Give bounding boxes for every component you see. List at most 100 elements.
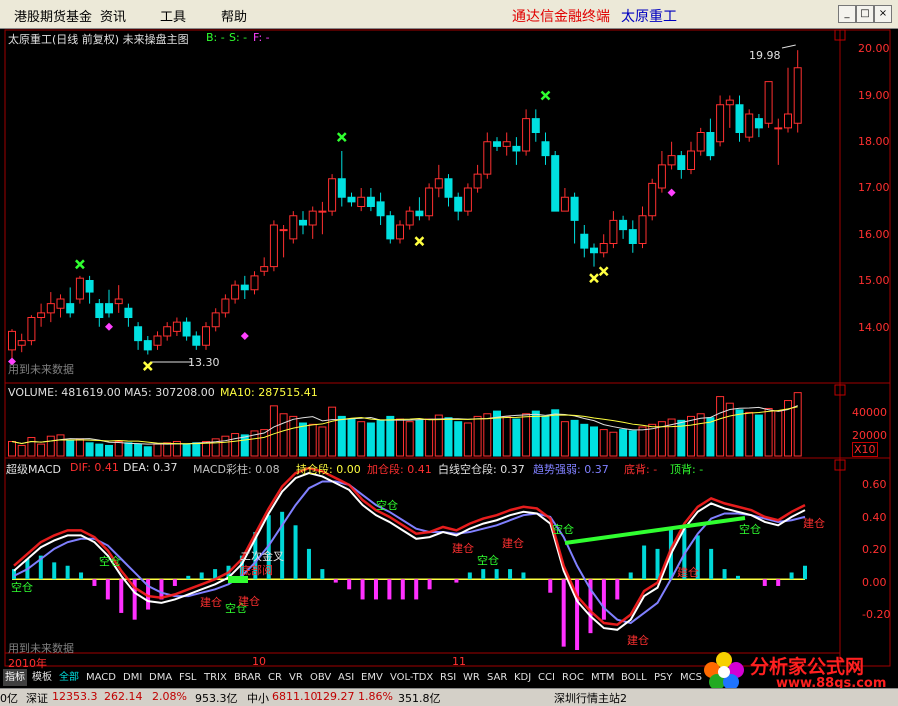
volume-bar: [570, 419, 579, 457]
volume-bar: [386, 415, 395, 457]
tab-rsi[interactable]: RSI: [438, 669, 458, 686]
signal-b-label: B: -: [206, 31, 225, 44]
candle-body: [75, 277, 84, 300]
signal-x-marker: [142, 361, 153, 371]
candle-body: [560, 196, 569, 212]
candle-body: [677, 155, 686, 170]
vol-unit: X10: [852, 442, 878, 457]
candle-body: [231, 284, 240, 300]
status-sz-pct: 2.08%: [152, 690, 187, 703]
tab-obv[interactable]: OBV: [308, 669, 333, 686]
macd-hist-bar: [199, 572, 204, 580]
tab-sar[interactable]: SAR: [485, 669, 509, 686]
macd-hist-bar: [347, 579, 352, 590]
tab-dmi[interactable]: DMI: [121, 669, 144, 686]
volume-bar: [328, 406, 337, 457]
candle-body: [735, 104, 744, 133]
macd-hist-bar: [400, 579, 405, 600]
tab-asi[interactable]: ASI: [336, 669, 356, 686]
macd-hist-bar: [615, 579, 620, 600]
candle-body: [599, 243, 608, 254]
candle-body: [124, 307, 133, 318]
tab-mtm[interactable]: MTM: [589, 669, 616, 686]
volume-bar: [638, 426, 647, 457]
menu-item-help[interactable]: 帮助: [221, 6, 247, 25]
tab-wr[interactable]: WR: [461, 669, 482, 686]
macd-hist-bar: [454, 579, 459, 583]
y-tick: 14.00: [858, 321, 890, 334]
volume-bar: [182, 443, 191, 457]
tab-全部[interactable]: 全部: [57, 669, 81, 686]
tab-brar[interactable]: BRAR: [232, 669, 263, 686]
macd-y-tick: 0.60: [862, 478, 887, 491]
volume-ma5: MA5: 307208.00: [124, 386, 215, 399]
volume-bar: [66, 439, 75, 457]
candle-body: [357, 196, 366, 207]
tab-boll[interactable]: BOLL: [619, 669, 649, 686]
macd-hist-bar: [803, 565, 807, 580]
chart-area[interactable]: [0, 28, 898, 669]
tab-macd[interactable]: MACD: [84, 669, 118, 686]
macd-hist-bar: [172, 579, 177, 586]
menu-item-tools[interactable]: 工具: [160, 6, 186, 25]
macd-dif: DIF: 0.41: [70, 461, 119, 474]
annotation: 建仓: [452, 542, 474, 555]
tab-cci[interactable]: CCI: [536, 669, 557, 686]
signal-diamond-marker: [105, 322, 113, 331]
candle-body: [405, 210, 414, 226]
macd-hist-bar: [373, 579, 378, 600]
candle-body: [483, 141, 492, 175]
candle-body: [192, 335, 201, 346]
annotation: 建仓: [502, 537, 524, 550]
candle-body: [163, 326, 172, 337]
annotation-bottom: 底部阅: [240, 564, 273, 577]
candle-body: [463, 187, 472, 212]
close-button[interactable]: ×: [874, 5, 892, 23]
tab-fsl[interactable]: FSL: [177, 669, 199, 686]
annotation: 建仓: [627, 634, 649, 647]
signal-diamond-marker: [240, 332, 249, 340]
volume-bar: [75, 438, 84, 457]
volume-bar: [502, 415, 511, 457]
macd-hist-bar: [306, 548, 311, 580]
macd-hold: 持仓段: 0.00: [296, 463, 361, 476]
volume-bar: [687, 415, 695, 457]
candle-body: [638, 215, 647, 244]
tab-trix[interactable]: TRIX: [202, 669, 229, 686]
volume-bar: [85, 442, 94, 457]
minimize-button[interactable]: _: [838, 5, 856, 23]
volume-ma10: MA10: 287515.41: [220, 386, 318, 399]
candle-body: [522, 118, 531, 152]
maximize-button[interactable]: □: [856, 5, 874, 23]
tab-emv[interactable]: EMV: [359, 669, 385, 686]
macd-hist-bar: [105, 579, 110, 600]
volume-bar: [308, 423, 317, 457]
volume-bar: [347, 418, 356, 457]
tab-cr[interactable]: CR: [266, 669, 284, 686]
volume-bar: [774, 410, 783, 457]
tab-模板[interactable]: 模板: [30, 669, 54, 686]
annotation: 空仓: [739, 523, 761, 536]
volume-bar: [240, 434, 249, 457]
menu-item-futures[interactable]: 港股期货基金: [14, 6, 92, 25]
tab-指标[interactable]: 指标: [3, 669, 27, 686]
macd-hist-bar: [709, 548, 714, 580]
status-server[interactable]: 深圳行情主站2: [554, 690, 627, 706]
candle-body: [502, 141, 511, 147]
tab-psy[interactable]: PSY: [652, 669, 675, 686]
high-pointer: [781, 44, 796, 49]
tab-dma[interactable]: DMA: [147, 669, 174, 686]
menu-item-news[interactable]: 资讯: [100, 6, 126, 25]
volume-bar: [105, 444, 113, 457]
volume-bar: [609, 431, 618, 457]
volume-bar: [415, 419, 424, 457]
tab-vol-tdx[interactable]: VOL-TDX: [388, 669, 435, 686]
macd-white: 白线空仓段: 0.37: [438, 463, 525, 476]
tab-roc[interactable]: ROC: [560, 669, 586, 686]
volume-bar: [444, 417, 453, 457]
tab-vr[interactable]: VR: [287, 669, 305, 686]
volume-bar: [754, 414, 763, 457]
macd-hist-bar: [789, 572, 794, 580]
candle-body: [725, 99, 734, 106]
tab-kdj[interactable]: KDJ: [512, 669, 533, 686]
